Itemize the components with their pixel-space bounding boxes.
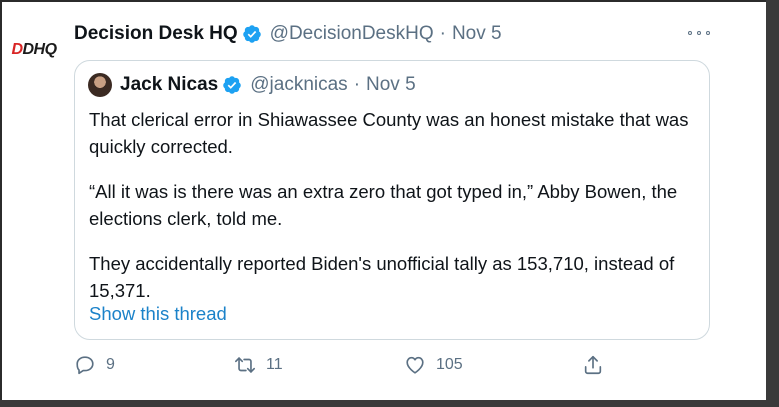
tweet-date[interactable]: Nov 5	[452, 23, 502, 45]
retweet-icon	[235, 357, 255, 373]
quoted-paragraph: “All it was is there was an extra zero t…	[89, 181, 678, 229]
author-name[interactable]: Decision Desk HQ	[74, 23, 238, 45]
like-count: 105	[436, 356, 463, 373]
quoted-header-separator: ·	[353, 74, 361, 95]
quoted-paragraph: They accidentally reported Biden's unoff…	[89, 253, 675, 301]
quoted-paragraph: That clerical error in Shiawassee County…	[89, 109, 689, 157]
avatar-letter-d: D	[11, 41, 23, 58]
author-handle[interactable]: @DecisionDeskHQ	[270, 23, 434, 45]
tweet-actions: 9 11 105	[74, 352, 614, 378]
quoted-tweet-header: Jack Nicas @jacknicas · Nov 5	[88, 73, 416, 97]
quoted-tweet-date: Nov 5	[366, 74, 416, 95]
show-thread-link[interactable]: Show this thread	[89, 303, 227, 325]
like-icon	[406, 356, 424, 374]
quoted-author-handle: @jacknicas	[250, 74, 348, 95]
quoted-avatar	[88, 73, 112, 97]
like-button[interactable]: 105	[404, 352, 463, 378]
quoted-tweet[interactable]: Jack Nicas @jacknicas · Nov 5 That cleri…	[74, 60, 710, 340]
quoted-tweet-text: That clerical error in Shiawassee County…	[89, 106, 701, 322]
verified-badge-icon	[223, 76, 241, 94]
reply-icon	[76, 356, 94, 375]
retweet-count: 11	[266, 356, 283, 373]
share-icon	[584, 355, 602, 375]
verified-badge-icon	[242, 25, 261, 43]
tweet-header: Decision Desk HQ @DecisionDeskHQ · Nov 5	[74, 21, 502, 47]
header-separator: ·	[439, 23, 446, 44]
more-icon[interactable]	[688, 24, 710, 42]
reply-button[interactable]: 9	[74, 352, 115, 378]
ddhq-avatar[interactable]: D DHQ	[8, 36, 60, 64]
avatar-letters-dhq: DHQ	[22, 41, 58, 58]
tweet-card[interactable]: D DHQ Decision Desk HQ @DecisionDeskHQ · …	[0, 0, 766, 400]
reply-count: 9	[106, 356, 115, 373]
quoted-author-name: Jack Nicas	[120, 74, 219, 95]
share-button[interactable]	[582, 352, 604, 378]
retweet-button[interactable]: 11	[234, 352, 283, 378]
